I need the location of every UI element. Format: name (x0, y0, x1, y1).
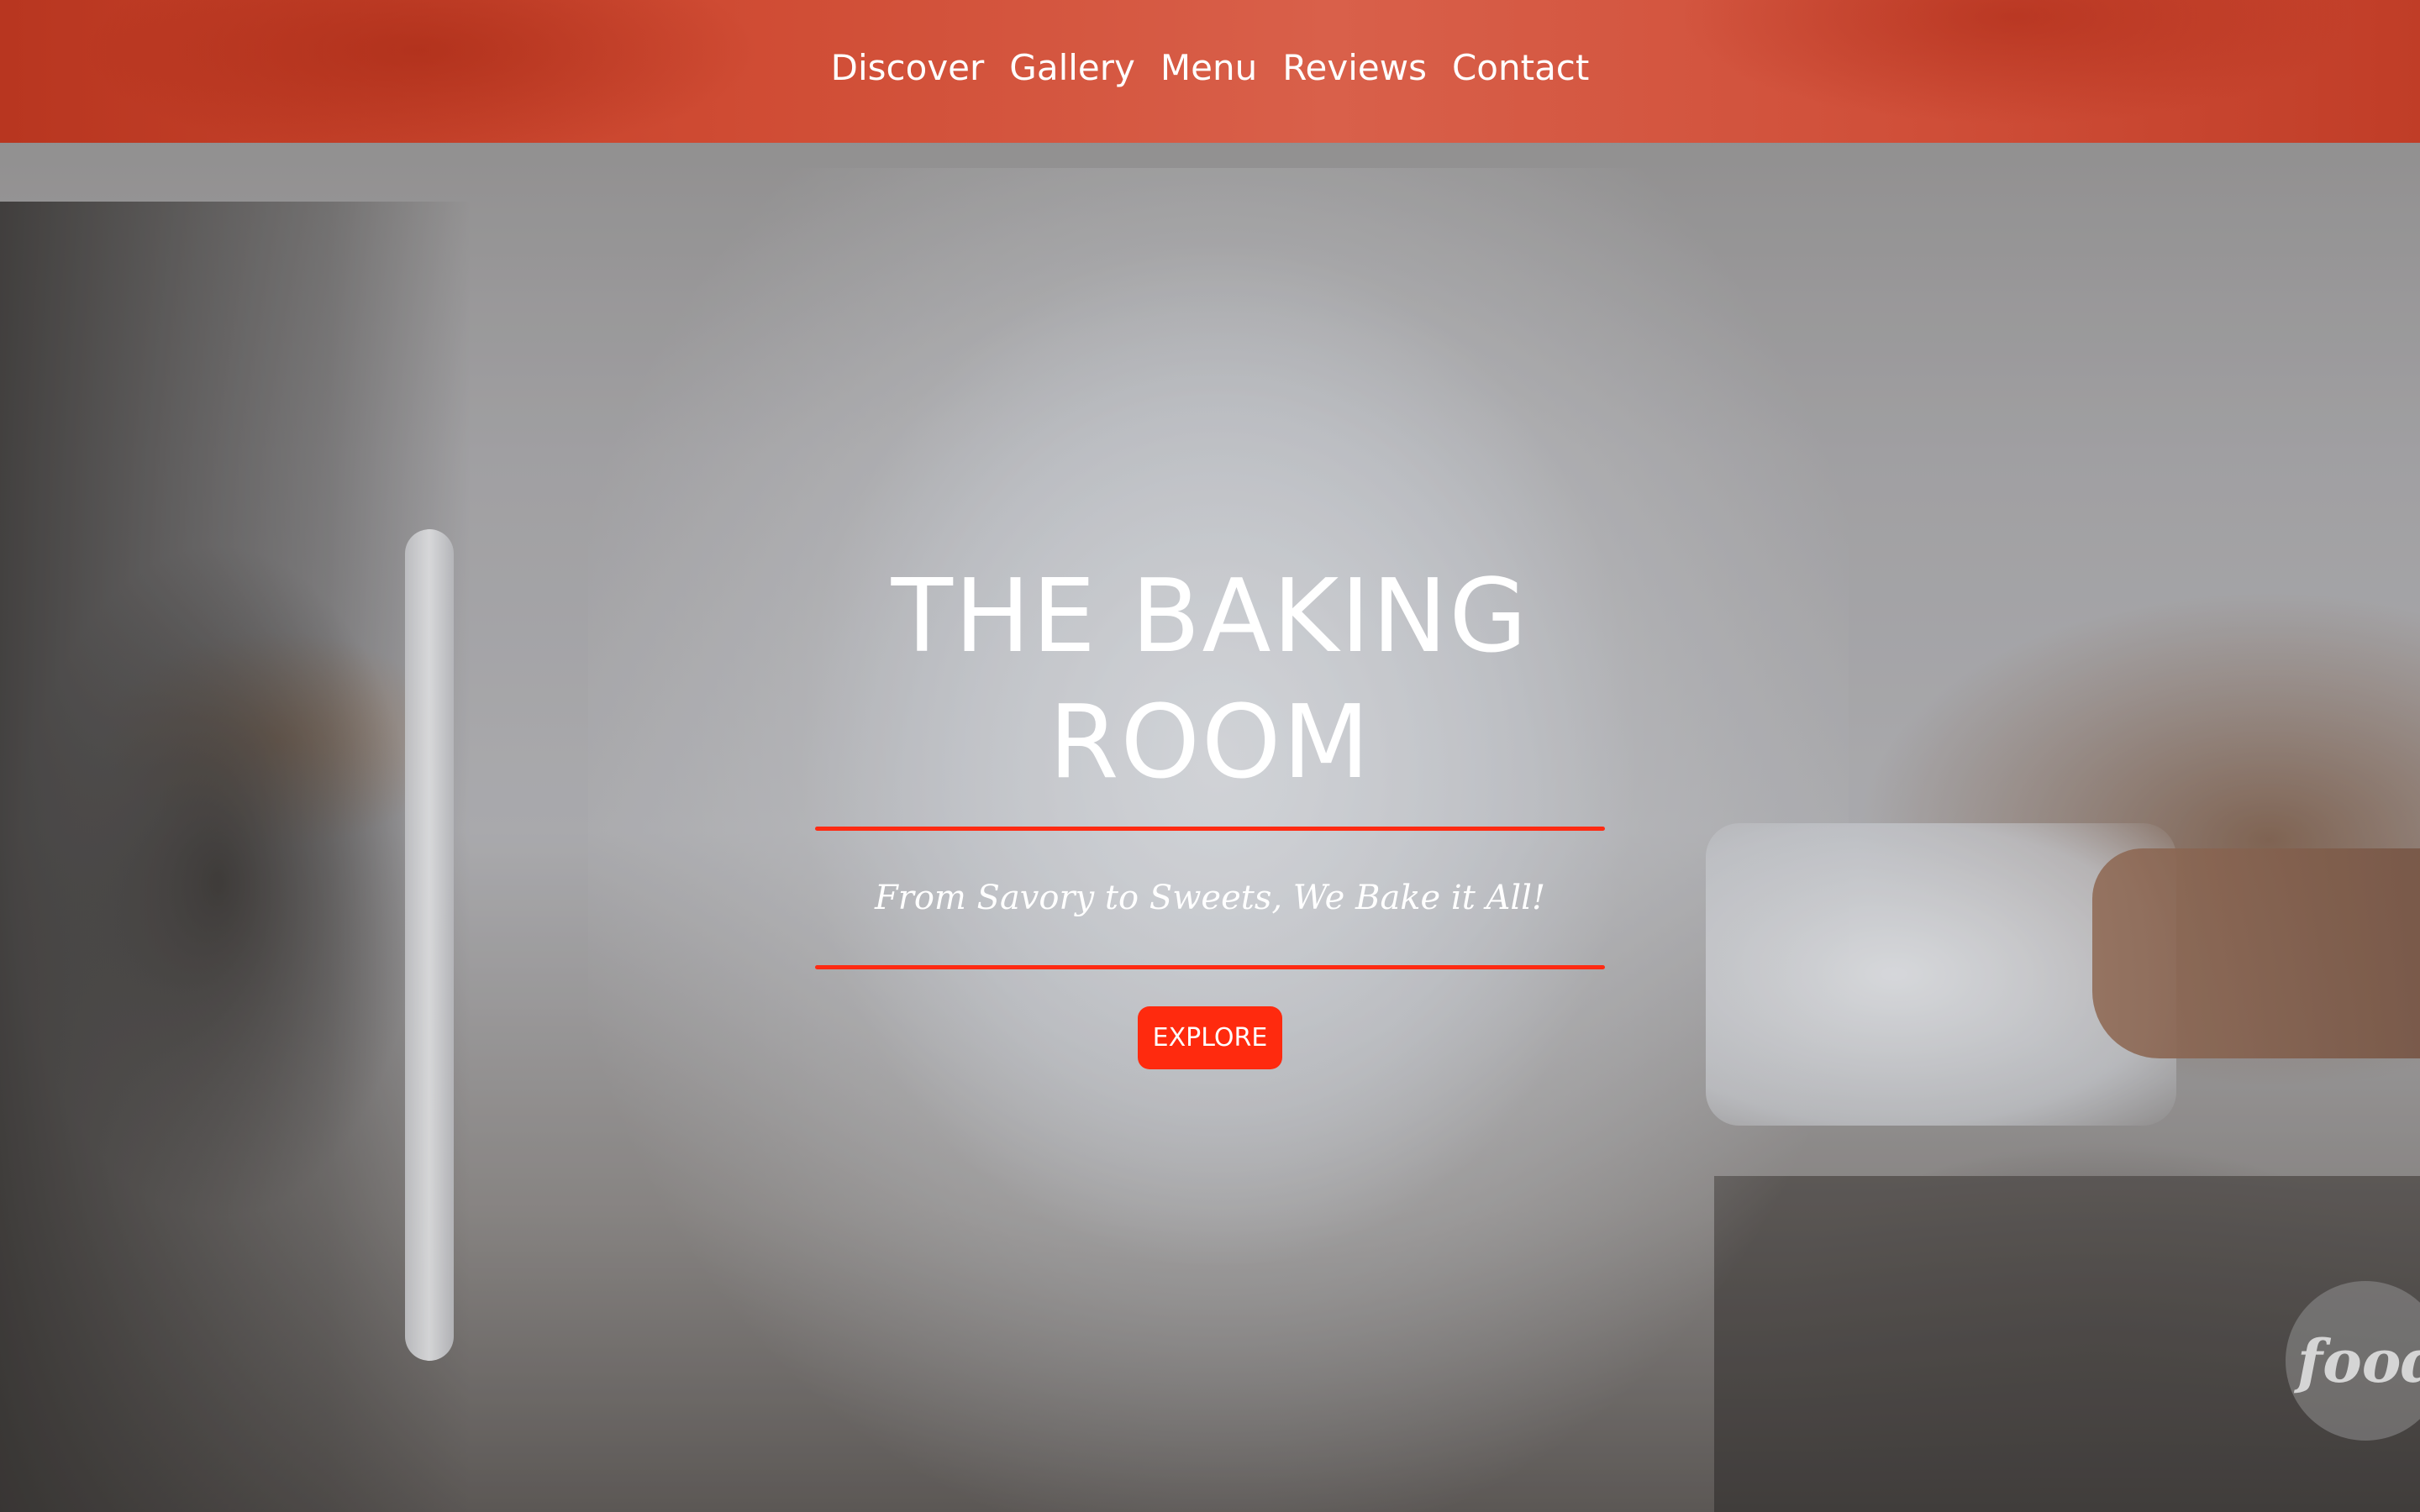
nav-link-reviews[interactable]: Reviews (1282, 47, 1427, 88)
hero-title: THE BAKING ROOM (891, 559, 1529, 801)
page: food Discover Gallery Menu Reviews Conta… (0, 0, 2420, 1512)
hero-subtitle: From Savory to Sweets, We Bake it All! (874, 879, 1546, 917)
hero-content: THE BAKING ROOM From Savory to Sweets, W… (815, 554, 1605, 1069)
hero-divider-bottom (815, 965, 1605, 969)
nav-link-discover[interactable]: Discover (831, 47, 985, 88)
nav-link-menu[interactable]: Menu (1160, 47, 1257, 88)
nav-link-contact[interactable]: Contact (1452, 47, 1589, 88)
hero-section: THE BAKING ROOM From Savory to Sweets, W… (0, 143, 2420, 1512)
top-navbar: Discover Gallery Menu Reviews Contact (0, 0, 2420, 143)
nav-link-gallery[interactable]: Gallery (1009, 47, 1135, 88)
nav-links: Discover Gallery Menu Reviews Contact (831, 47, 1590, 88)
explore-button[interactable]: EXPLORE (1137, 1006, 1283, 1069)
